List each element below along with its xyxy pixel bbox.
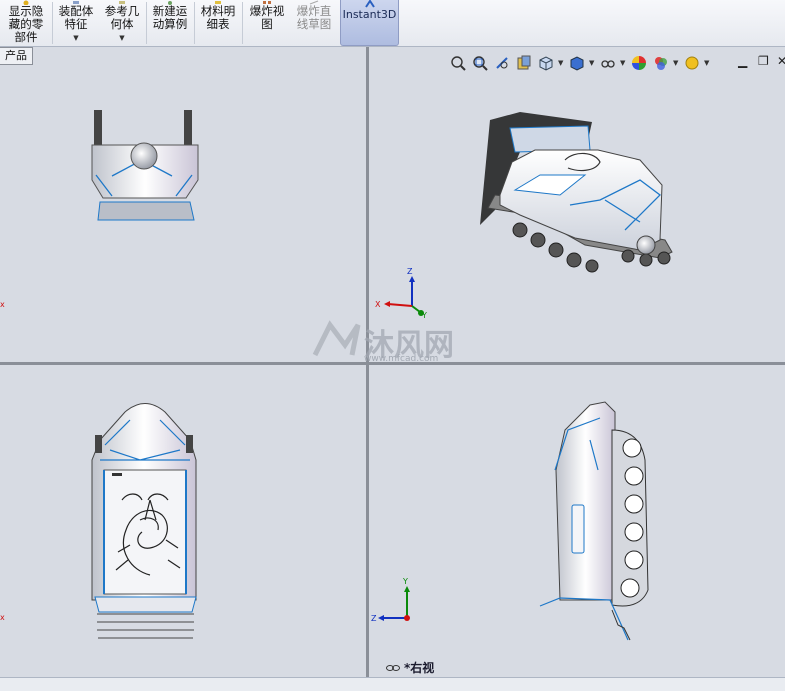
front-ball-iso xyxy=(636,235,656,255)
track-right-top xyxy=(186,435,193,453)
axis-x-label: X xyxy=(375,300,381,309)
rear-panel xyxy=(509,125,591,153)
right-view-model[interactable] xyxy=(539,401,649,641)
axis-x-marker-tl: x xyxy=(0,300,5,309)
view-name-label: *右视 xyxy=(386,659,434,676)
link-views-icon xyxy=(386,664,400,671)
body-right xyxy=(555,401,616,601)
watermark-logo xyxy=(312,320,361,357)
track-left xyxy=(94,110,102,146)
axis-y-label-br: Y xyxy=(402,577,408,586)
axis-z-label: Z xyxy=(407,267,413,276)
axis-z-label-br: Z xyxy=(371,614,377,623)
roof-panel xyxy=(103,469,187,595)
view-name-text: *右视 xyxy=(404,661,435,675)
isometric-view-model[interactable] xyxy=(480,112,673,273)
axis-y-label: Y xyxy=(421,311,427,320)
track-right xyxy=(184,110,192,146)
front-view-model[interactable] xyxy=(91,110,199,221)
rear-steps xyxy=(97,613,194,639)
status-bar xyxy=(0,677,785,691)
axis-x-marker-bl: x xyxy=(0,613,5,622)
rear-bumper xyxy=(94,596,197,613)
coordinate-triad-tr: Z X Y xyxy=(375,267,427,320)
side-window-right xyxy=(571,504,585,554)
top-view-model[interactable] xyxy=(91,403,197,639)
coordinate-triad-br: Y Z xyxy=(371,577,410,623)
roof-handle xyxy=(112,473,122,476)
front-ball xyxy=(130,142,158,170)
lower-panel xyxy=(97,201,195,221)
watermark-sub: www.mfcad.com xyxy=(364,354,439,364)
track-left-top xyxy=(95,435,102,453)
